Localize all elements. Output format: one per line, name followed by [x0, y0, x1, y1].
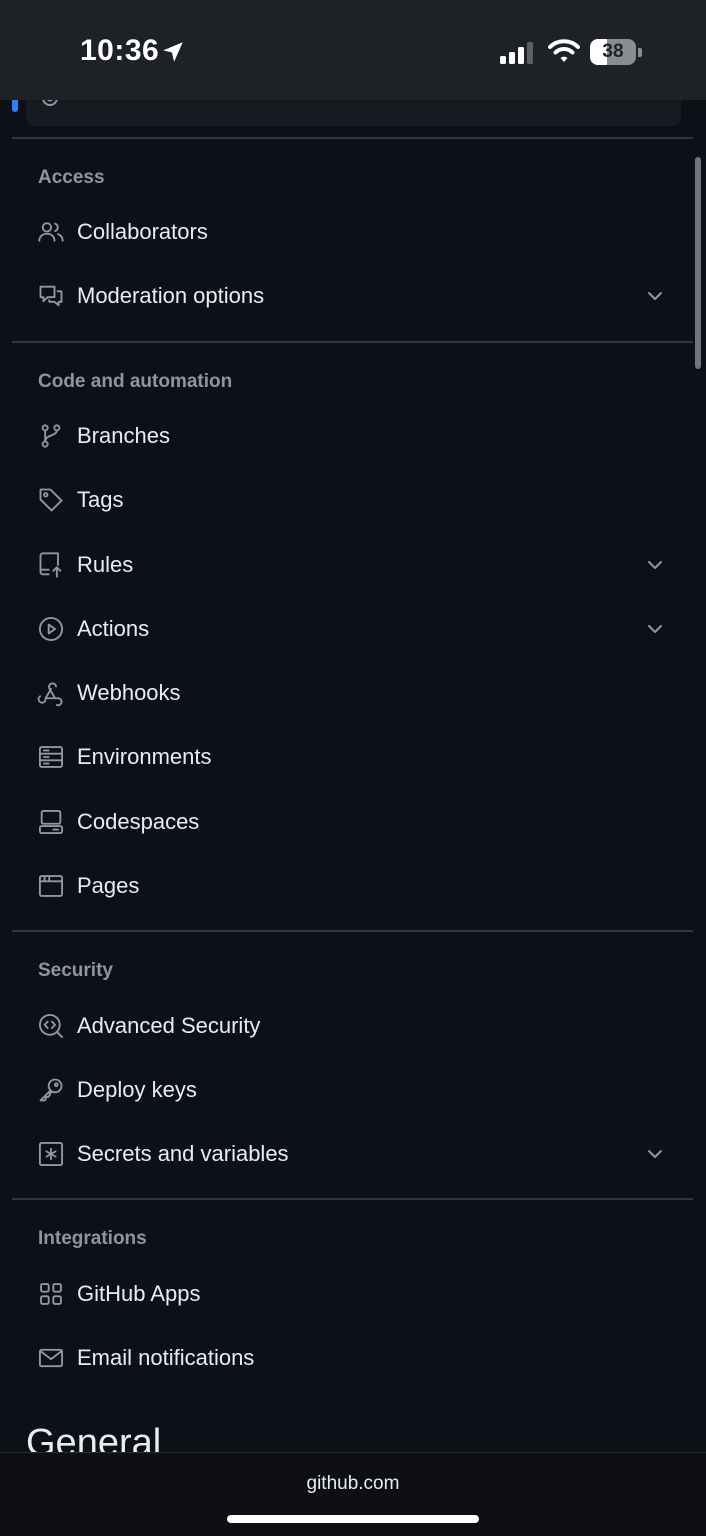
- codespaces-icon: [38, 809, 64, 835]
- divider: [12, 137, 693, 139]
- nav-item-label: Advanced Security: [77, 1013, 261, 1038]
- nav-item-label: Email notifications: [77, 1345, 255, 1370]
- wifi-icon: [548, 39, 580, 62]
- browser-address-bar[interactable]: github.com: [0, 1452, 706, 1536]
- nav-item-rules[interactable]: Rules: [26, 535, 681, 595]
- server-icon: [38, 746, 64, 768]
- chevron-down-icon[interactable]: [643, 617, 667, 641]
- nav-item-label: Secrets and variables: [77, 1141, 289, 1166]
- nav-item-github-apps[interactable]: GitHub Apps: [26, 1264, 681, 1324]
- status-bar: 10:36 38: [0, 0, 706, 100]
- nav-item-pages[interactable]: Pages: [26, 856, 681, 916]
- nav-item-label: Actions: [77, 616, 150, 641]
- url-text[interactable]: github.com: [0, 1473, 706, 1495]
- status-time: 10:36: [80, 34, 160, 67]
- section-header-integrations: Integrations: [38, 1228, 147, 1249]
- section-header-code-automation: Code and automation: [38, 371, 233, 392]
- divider: [12, 930, 693, 932]
- nav-item-label: GitHub Apps: [77, 1281, 201, 1306]
- play-icon: [38, 616, 64, 642]
- nav-item-label: Pages: [77, 873, 140, 898]
- nav-item-label: Collaborators: [77, 219, 208, 244]
- nav-item-collaborators[interactable]: Collaborators: [26, 202, 681, 262]
- nav-item-branches[interactable]: Branches: [26, 406, 681, 466]
- nav-item-label: Branches: [77, 423, 170, 448]
- nav-item-codespaces[interactable]: Codespaces: [26, 792, 681, 852]
- location-arrow-icon: [163, 42, 183, 62]
- repo-push-icon: [39, 552, 62, 578]
- divider: [12, 341, 693, 343]
- chevron-down-icon[interactable]: [643, 1142, 667, 1166]
- cellular-signal-icon: [500, 42, 533, 64]
- browser-icon: [38, 875, 64, 897]
- nav-item-label: Codespaces: [77, 809, 200, 834]
- mail-icon: [38, 1348, 64, 1368]
- nav-item-label: Moderation options: [77, 283, 265, 308]
- tag-icon: [39, 488, 63, 512]
- people-icon: [38, 222, 64, 242]
- nav-item-tags[interactable]: Tags: [26, 470, 681, 530]
- scrollbar[interactable]: [695, 157, 701, 369]
- section-header-access: Access: [38, 167, 105, 188]
- battery-icon: 38: [590, 39, 642, 65]
- apps-icon: [40, 1283, 62, 1305]
- chevron-down-icon[interactable]: [643, 284, 667, 308]
- codescan-icon: [38, 1013, 64, 1039]
- nav-item-advanced-security[interactable]: Advanced Security: [26, 996, 681, 1056]
- nav-item-label: Tags: [77, 487, 124, 512]
- chevron-down-icon[interactable]: [643, 553, 667, 577]
- key-asterisk-icon: [38, 1141, 64, 1167]
- section-header-security: Security: [38, 960, 113, 981]
- nav-item-actions[interactable]: Actions: [26, 599, 681, 659]
- home-indicator[interactable]: [227, 1515, 479, 1523]
- nav-item-secrets-and-variables[interactable]: Secrets and variables: [26, 1124, 681, 1184]
- nav-item-environments[interactable]: Environments: [26, 727, 681, 787]
- nav-item-deploy-keys[interactable]: Deploy keys: [26, 1060, 681, 1120]
- battery-percentage: 38: [602, 41, 624, 62]
- nav-item-label: Deploy keys: [77, 1077, 197, 1102]
- git-branch-icon: [41, 424, 61, 448]
- comment-discussion-icon: [39, 285, 63, 307]
- webhook-icon: [37, 682, 63, 707]
- nav-item-label: Environments: [77, 744, 212, 769]
- nav-item-label: Rules: [77, 552, 134, 577]
- nav-item-webhooks[interactable]: Webhooks: [26, 663, 681, 723]
- nav-item-label: Webhooks: [77, 680, 181, 705]
- divider: [12, 1198, 693, 1200]
- nav-item-moderation-options[interactable]: Moderation options: [26, 266, 681, 326]
- key-icon: [39, 1078, 63, 1102]
- nav-item-email-notifications[interactable]: Email notifications: [26, 1328, 681, 1388]
